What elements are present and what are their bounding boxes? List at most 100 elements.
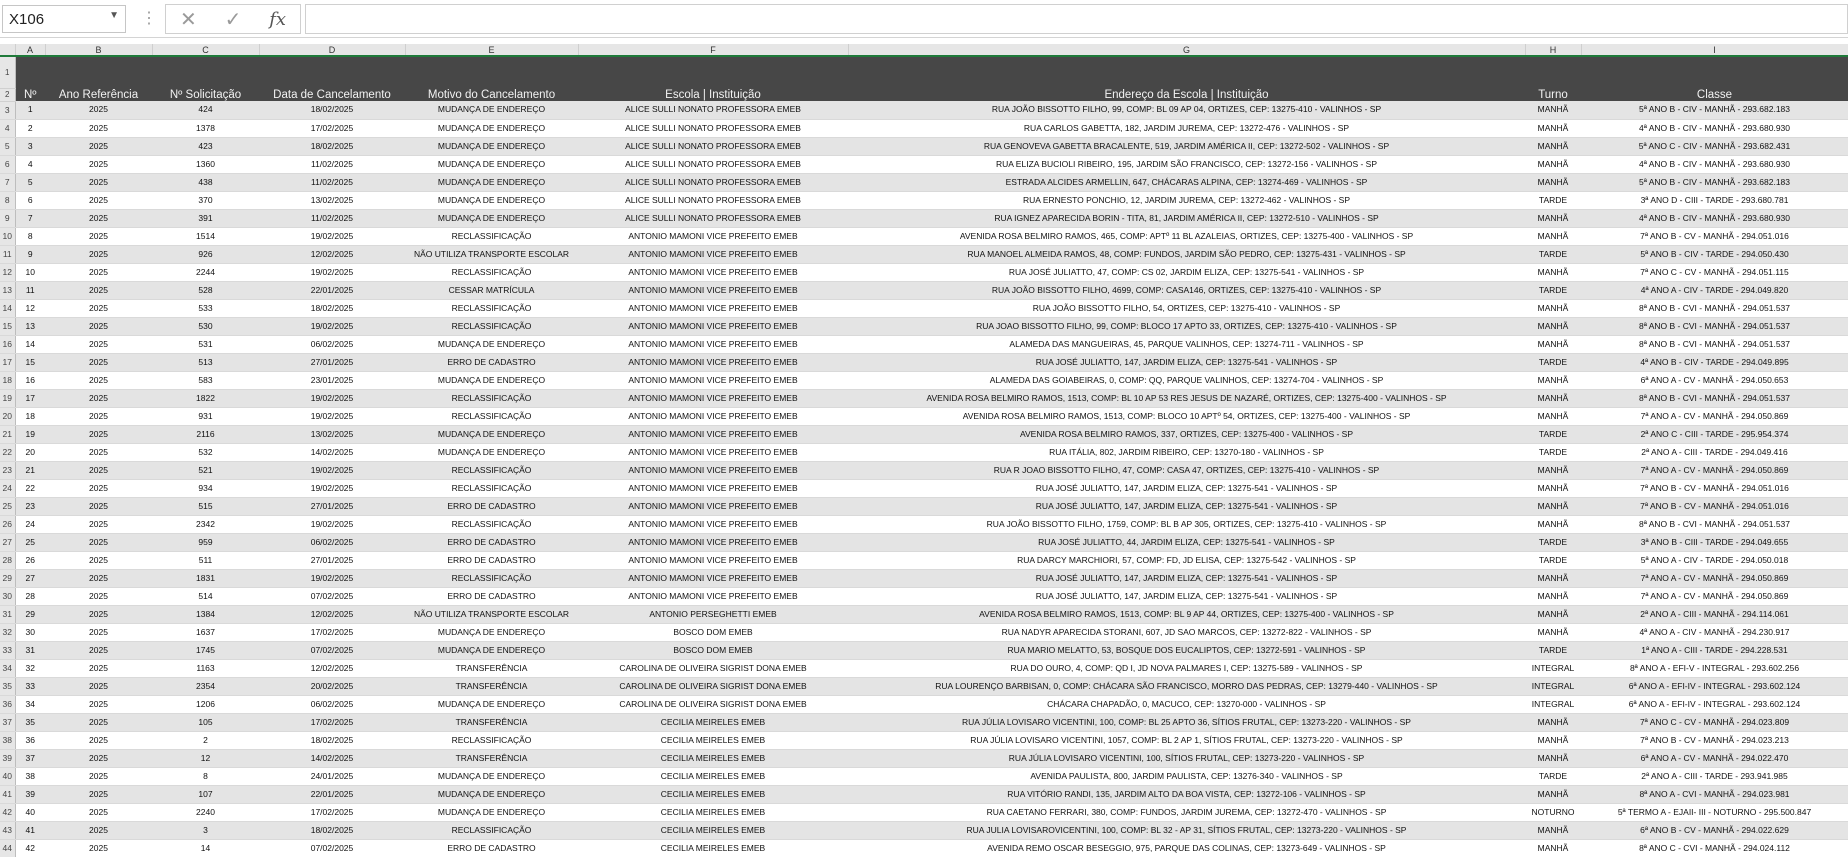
table-cell[interactable]: 2025 — [45, 461, 152, 480]
table-cell[interactable]: 2025 — [45, 479, 152, 498]
table-cell[interactable]: 2025 — [45, 137, 152, 156]
table-cell[interactable]: BOSCO DOM EMEB — [578, 623, 848, 642]
table-cell[interactable]: 531 — [152, 335, 259, 354]
table-cell[interactable]: 2 — [152, 731, 259, 750]
table-cell[interactable]: 17/02/2025 — [259, 623, 405, 642]
table-cell[interactable]: 10 — [15, 263, 45, 282]
table-cell[interactable]: 1 — [15, 101, 45, 120]
row-number[interactable]: 27 — [0, 533, 16, 552]
table-cell[interactable]: 1360 — [152, 155, 259, 174]
table-cell[interactable]: 3ª ANO D - CIII - TARDE - 293.680.781 — [1581, 191, 1848, 210]
table-cell[interactable]: RECLASSIFICAÇÃO — [405, 731, 578, 750]
table-cell[interactable]: MUDANÇA DE ENDEREÇO — [405, 155, 578, 174]
table-cell[interactable]: TARDE — [1525, 533, 1581, 552]
row-number[interactable]: 40 — [0, 767, 16, 786]
table-cell[interactable]: 1ª ANO A - CIII - TARDE - 294.228.531 — [1581, 641, 1848, 660]
table-cell[interactable]: RUA JOSÉ JULIATTO, 147, JARDIM ELIZA, CE… — [848, 569, 1525, 588]
table-cell[interactable]: MUDANÇA DE ENDEREÇO — [405, 137, 578, 156]
table-cell[interactable]: RUA LOURENÇO BARBISAN, 0, COMP: CHÁCARA … — [848, 677, 1525, 696]
table-cell[interactable]: MANHÃ — [1525, 605, 1581, 624]
column-header[interactable]: B — [45, 44, 153, 57]
cancel-icon[interactable]: ✕ — [180, 7, 197, 32]
row-number[interactable]: 2 — [0, 88, 16, 102]
table-cell[interactable]: ANTONIO MAMONI VICE PREFEITO EMEB — [578, 461, 848, 480]
table-cell[interactable]: MANHÃ — [1525, 749, 1581, 768]
table-cell[interactable]: 8ª ANO A - EFI-V - INTEGRAL - 293.602.25… — [1581, 659, 1848, 678]
table-cell[interactable]: 8ª ANO A - CVI - MANHÃ - 294.023.981 — [1581, 785, 1848, 804]
table-cell[interactable]: MANHÃ — [1525, 101, 1581, 120]
table-cell[interactable]: ALAMEDA DAS GOIABEIRAS, 0, COMP: QQ, PAR… — [848, 371, 1525, 390]
table-cell[interactable]: 2025 — [45, 605, 152, 624]
table-cell[interactable]: 42 — [15, 839, 45, 857]
table-cell[interactable]: 8ª ANO B - CVI - MANHÃ - 294.051.537 — [1581, 515, 1848, 534]
table-cell[interactable]: 2025 — [45, 677, 152, 696]
table-cell[interactable]: RUA JOSÉ JULIATTO, 47, COMP: CS 02, JARD… — [848, 263, 1525, 282]
table-cell[interactable]: RUA JÚLIA LOVISARO VICENTINI, 100, COMP:… — [848, 713, 1525, 732]
table-cell[interactable]: 11/02/2025 — [259, 173, 405, 192]
row-number[interactable]: 3 — [0, 101, 16, 120]
table-cell[interactable]: RUA IGNEZ APARECIDA BORIN - TITA, 81, JA… — [848, 209, 1525, 228]
table-cell[interactable]: MANHÃ — [1525, 785, 1581, 804]
table-cell[interactable]: NÃO UTILIZA TRANSPORTE ESCOLAR — [405, 245, 578, 264]
table-cell[interactable]: 2ª ANO C - CIII - TARDE - 295.954.374 — [1581, 425, 1848, 444]
table-cell[interactable]: 4ª ANO B - CIV - MANHÃ - 293.680.930 — [1581, 155, 1848, 174]
table-cell[interactable]: 22/01/2025 — [259, 785, 405, 804]
table-cell[interactable]: 5ª ANO B - CIV - MANHÃ - 293.682.183 — [1581, 173, 1848, 192]
row-number[interactable]: 31 — [0, 605, 16, 624]
table-cell[interactable]: TARDE — [1525, 641, 1581, 660]
table-cell[interactable]: 28 — [15, 587, 45, 606]
table-cell[interactable]: 8ª ANO C - CVI - MANHÃ - 294.024.112 — [1581, 839, 1848, 857]
table-cell[interactable]: RUA CARLOS GABETTA, 182, JARDIM JUREMA, … — [848, 119, 1525, 138]
table-cell[interactable]: 12/02/2025 — [259, 659, 405, 678]
table-cell[interactable]: 18/02/2025 — [259, 821, 405, 840]
row-number[interactable]: 44 — [0, 839, 16, 857]
table-cell[interactable]: MANHÃ — [1525, 623, 1581, 642]
table-cell[interactable]: 1163 — [152, 659, 259, 678]
table-cell[interactable]: MANHÃ — [1525, 227, 1581, 246]
table-cell[interactable]: 2116 — [152, 425, 259, 444]
table-cell[interactable]: RECLASSIFICAÇÃO — [405, 263, 578, 282]
table-cell[interactable]: 438 — [152, 173, 259, 192]
table-cell[interactable]: 511 — [152, 551, 259, 570]
table-cell[interactable]: 2025 — [45, 173, 152, 192]
table-cell[interactable]: 06/02/2025 — [259, 533, 405, 552]
table-cell[interactable]: 8ª ANO B - CVI - MANHÃ - 294.051.537 — [1581, 317, 1848, 336]
table-cell[interactable]: 18/02/2025 — [259, 299, 405, 318]
table-cell[interactable]: 29 — [15, 605, 45, 624]
table-cell[interactable]: RUA ELIZA BUCIOLI RIBEIRO, 195, JARDIM S… — [848, 155, 1525, 174]
table-cell[interactable]: 3 — [152, 821, 259, 840]
table-cell[interactable]: MUDANÇA DE ENDEREÇO — [405, 101, 578, 120]
table-cell[interactable]: 2025 — [45, 353, 152, 372]
table-cell[interactable]: 5ª ANO A - CIV - TARDE - 294.050.018 — [1581, 551, 1848, 570]
header-cell[interactable]: Classe — [1581, 88, 1848, 101]
row-number[interactable]: 43 — [0, 821, 16, 840]
table-cell[interactable]: 2025 — [45, 497, 152, 516]
row-number[interactable]: 21 — [0, 425, 16, 444]
table-cell[interactable]: MANHÃ — [1525, 299, 1581, 318]
table-cell[interactable]: TARDE — [1525, 425, 1581, 444]
table-cell[interactable]: ANTONIO MAMONI VICE PREFEITO EMEB — [578, 479, 848, 498]
table-cell[interactable]: TARDE — [1525, 443, 1581, 462]
row-number[interactable]: 25 — [0, 497, 16, 516]
table-cell[interactable]: MANHÃ — [1525, 389, 1581, 408]
table-cell[interactable]: 3 — [15, 137, 45, 156]
row-number[interactable]: 32 — [0, 623, 16, 642]
table-cell[interactable]: MANHÃ — [1525, 569, 1581, 588]
table-cell[interactable]: TARDE — [1525, 353, 1581, 372]
table-cell[interactable]: 5ª ANO C - CIV - MANHÃ - 293.682.431 — [1581, 137, 1848, 156]
table-cell[interactable]: 6ª ANO B - CV - MANHÃ - 294.022.629 — [1581, 821, 1848, 840]
table-cell[interactable]: 2025 — [45, 281, 152, 300]
table-cell[interactable]: 23 — [15, 497, 45, 516]
column-header[interactable]: C — [152, 44, 260, 57]
table-cell[interactable]: RUA JOSÉ JULIATTO, 147, JARDIM ELIZA, CE… — [848, 353, 1525, 372]
table-cell[interactable]: RUA JOSÉ JULIATTO, 44, JARDIM ELIZA, CEP… — [848, 533, 1525, 552]
table-cell[interactable]: 4ª ANO A - CIV - MANHÃ - 294.230.917 — [1581, 623, 1848, 642]
table-cell[interactable]: 27/01/2025 — [259, 497, 405, 516]
table-cell[interactable]: 31 — [15, 641, 45, 660]
table-cell[interactable]: RUA JÚLIA LOVISARO VICENTINI, 100, SÍTIO… — [848, 749, 1525, 768]
table-cell[interactable]: CHÁCARA CHAPADÃO, 0, MACUCO, CEP: 13270-… — [848, 695, 1525, 714]
table-cell[interactable]: RUA MANOEL ALMEIDA RAMOS, 48, COMP: FUND… — [848, 245, 1525, 264]
table-cell[interactable]: AVENIDA REMO OSCAR BESEGGIO, 975, PARQUE… — [848, 839, 1525, 857]
table-cell[interactable]: 38 — [15, 767, 45, 786]
table-cell[interactable]: CAROLINA DE OLIVEIRA SIGRIST DONA EMEB — [578, 677, 848, 696]
